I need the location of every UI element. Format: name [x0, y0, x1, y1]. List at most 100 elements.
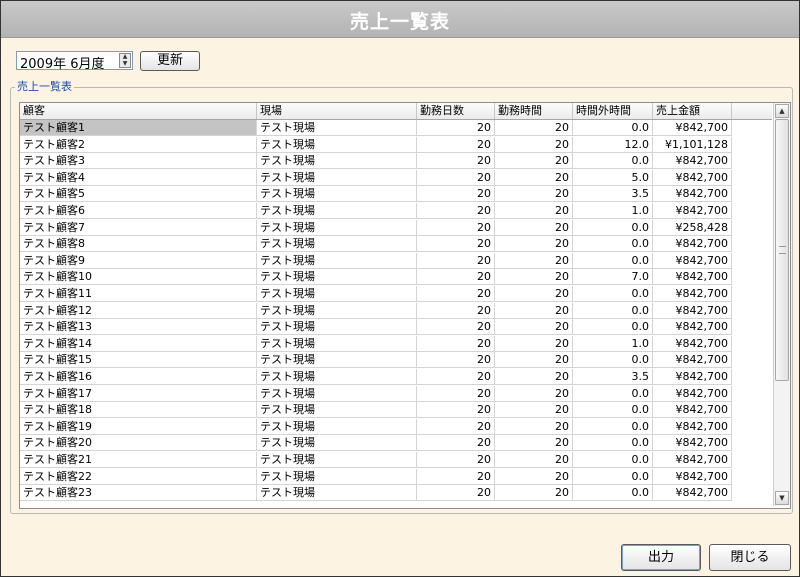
table-row[interactable]: テスト顧客4 テスト現場 20 20 5.0 ¥842,700 — [20, 169, 732, 186]
cell-work-hours[interactable]: 20 — [495, 269, 573, 285]
cell-work-days[interactable]: 20 — [417, 153, 495, 169]
table-row[interactable]: テスト顧客7 テスト現場 20 20 0.0 ¥258,428 — [20, 219, 732, 236]
cell-work-hours[interactable]: 20 — [495, 369, 573, 384]
cell-customer[interactable]: テスト顧客22 — [20, 468, 257, 484]
cell-work-hours[interactable]: 20 — [495, 136, 573, 152]
cell-work-hours[interactable]: 20 — [495, 186, 573, 202]
cell-overtime-hours[interactable]: 0.0 — [573, 435, 653, 451]
cell-work-hours[interactable]: 20 — [495, 319, 573, 335]
cell-work-hours[interactable]: 20 — [495, 169, 573, 185]
cell-overtime-hours[interactable]: 5.0 — [573, 169, 653, 185]
cell-site[interactable]: テスト現場 — [257, 169, 417, 185]
cell-work-days[interactable]: 20 — [417, 452, 495, 467]
cell-sales-amount[interactable]: ¥842,700 — [653, 352, 732, 368]
cell-site[interactable]: テスト現場 — [257, 120, 417, 135]
cell-sales-amount[interactable]: ¥842,700 — [653, 369, 732, 384]
cell-customer[interactable]: テスト顧客16 — [20, 369, 257, 384]
column-header-sales-amount[interactable]: 売上金額 — [653, 103, 732, 119]
cell-customer[interactable]: テスト顧客19 — [20, 418, 257, 434]
cell-work-hours[interactable]: 20 — [495, 153, 573, 169]
cell-overtime-hours[interactable]: 0.0 — [573, 352, 653, 368]
cell-sales-amount[interactable]: ¥842,700 — [653, 452, 732, 467]
scroll-thumb[interactable] — [775, 119, 789, 381]
cell-work-days[interactable]: 20 — [417, 302, 495, 318]
cell-work-hours[interactable]: 20 — [495, 352, 573, 368]
scroll-up-arrow-icon[interactable]: ▲ — [775, 104, 789, 118]
cell-customer[interactable]: テスト顧客14 — [20, 335, 257, 351]
cell-site[interactable]: テスト現場 — [257, 352, 417, 368]
column-header-work-days[interactable]: 勤務日数 — [417, 103, 495, 119]
cell-overtime-hours[interactable]: 0.0 — [573, 468, 653, 484]
cell-overtime-hours[interactable]: 0.0 — [573, 252, 653, 268]
table-row[interactable]: テスト顧客2 テスト現場 20 20 12.0 ¥1,101,128 — [20, 136, 732, 153]
cell-sales-amount[interactable]: ¥842,700 — [653, 120, 732, 135]
cell-customer[interactable]: テスト顧客2 — [20, 136, 257, 152]
cell-site[interactable]: テスト現場 — [257, 485, 417, 501]
cell-overtime-hours[interactable]: 0.0 — [573, 219, 653, 235]
cell-site[interactable]: テスト現場 — [257, 252, 417, 268]
cell-work-hours[interactable]: 20 — [495, 452, 573, 467]
cell-customer[interactable]: テスト顧客7 — [20, 219, 257, 235]
cell-overtime-hours[interactable]: 0.0 — [573, 120, 653, 135]
cell-sales-amount[interactable]: ¥842,700 — [653, 169, 732, 185]
cell-customer[interactable]: テスト顧客10 — [20, 269, 257, 285]
table-row[interactable]: テスト顧客21 テスト現場 20 20 0.0 ¥842,700 — [20, 452, 732, 468]
cell-site[interactable]: テスト現場 — [257, 335, 417, 351]
cell-work-days[interactable]: 20 — [417, 236, 495, 252]
month-picker[interactable]: 2009年 6月度 ▲ ▼ — [16, 51, 133, 72]
cell-overtime-hours[interactable]: 0.0 — [573, 319, 653, 335]
cell-overtime-hours[interactable]: 3.5 — [573, 369, 653, 384]
cell-sales-amount[interactable]: ¥842,700 — [653, 335, 732, 351]
cell-site[interactable]: テスト現場 — [257, 136, 417, 152]
table-row[interactable]: テスト顧客13 テスト現場 20 20 0.0 ¥842,700 — [20, 319, 732, 336]
cell-sales-amount[interactable]: ¥842,700 — [653, 319, 732, 335]
cell-work-days[interactable]: 20 — [417, 219, 495, 235]
table-row[interactable]: テスト顧客8 テスト現場 20 20 0.0 ¥842,700 — [20, 236, 732, 253]
cell-work-hours[interactable]: 20 — [495, 286, 573, 301]
spin-down-arrow-icon[interactable]: ▼ — [120, 61, 130, 67]
table-row[interactable]: テスト顧客17 テスト現場 20 20 0.0 ¥842,700 — [20, 385, 732, 402]
cell-work-hours[interactable]: 20 — [495, 485, 573, 501]
cell-work-days[interactable]: 20 — [417, 186, 495, 202]
cell-site[interactable]: テスト現場 — [257, 369, 417, 384]
table-row[interactable]: テスト顧客9 テスト現場 20 20 0.0 ¥842,700 — [20, 252, 732, 269]
cell-work-hours[interactable]: 20 — [495, 435, 573, 451]
scroll-down-arrow-icon[interactable]: ▼ — [775, 491, 789, 505]
cell-customer[interactable]: テスト顧客11 — [20, 286, 257, 301]
cell-overtime-hours[interactable]: 1.0 — [573, 335, 653, 351]
update-button[interactable]: 更新 — [140, 51, 200, 71]
sales-grid[interactable]: 顧客 現場 勤務日数 勤務時間 時間外時間 売上金額 テスト顧客1 テスト現場 20… — [19, 102, 791, 509]
cell-site[interactable]: テスト現場 — [257, 186, 417, 202]
cell-sales-amount[interactable]: ¥842,700 — [653, 402, 732, 418]
cell-site[interactable]: テスト現場 — [257, 153, 417, 169]
table-row[interactable]: テスト顧客16 テスト現場 20 20 3.5 ¥842,700 — [20, 369, 732, 385]
cell-sales-amount[interactable]: ¥842,700 — [653, 468, 732, 484]
table-row[interactable]: テスト顧客20 テスト現場 20 20 0.0 ¥842,700 — [20, 435, 732, 452]
cell-overtime-hours[interactable]: 0.0 — [573, 153, 653, 169]
cell-site[interactable]: テスト現場 — [257, 219, 417, 235]
cell-work-days[interactable]: 20 — [417, 385, 495, 401]
cell-overtime-hours[interactable]: 0.0 — [573, 385, 653, 401]
cell-site[interactable]: テスト現場 — [257, 203, 417, 218]
cell-sales-amount[interactable]: ¥842,700 — [653, 286, 732, 301]
cell-customer[interactable]: テスト顧客15 — [20, 352, 257, 368]
cell-sales-amount[interactable]: ¥842,700 — [653, 203, 732, 218]
table-row[interactable]: テスト顧客12 テスト現場 20 20 0.0 ¥842,700 — [20, 302, 732, 319]
table-row[interactable]: テスト顧客14 テスト現場 20 20 1.0 ¥842,700 — [20, 335, 732, 352]
table-row[interactable]: テスト顧客15 テスト現場 20 20 0.0 ¥842,700 — [20, 352, 732, 369]
cell-work-days[interactable]: 20 — [417, 203, 495, 218]
cell-customer[interactable]: テスト顧客4 — [20, 169, 257, 185]
cell-work-days[interactable]: 20 — [417, 468, 495, 484]
cell-site[interactable]: テスト現場 — [257, 468, 417, 484]
cell-site[interactable]: テスト現場 — [257, 236, 417, 252]
cell-work-hours[interactable]: 20 — [495, 418, 573, 434]
cell-overtime-hours[interactable]: 0.0 — [573, 452, 653, 467]
close-button[interactable]: 閉じる — [709, 544, 791, 571]
cell-overtime-hours[interactable]: 0.0 — [573, 485, 653, 501]
cell-work-hours[interactable]: 20 — [495, 120, 573, 135]
cell-customer[interactable]: テスト顧客17 — [20, 385, 257, 401]
cell-sales-amount[interactable]: ¥842,700 — [653, 236, 732, 252]
cell-work-hours[interactable]: 20 — [495, 219, 573, 235]
cell-sales-amount[interactable]: ¥842,700 — [653, 186, 732, 202]
column-header-site[interactable]: 現場 — [257, 103, 417, 119]
